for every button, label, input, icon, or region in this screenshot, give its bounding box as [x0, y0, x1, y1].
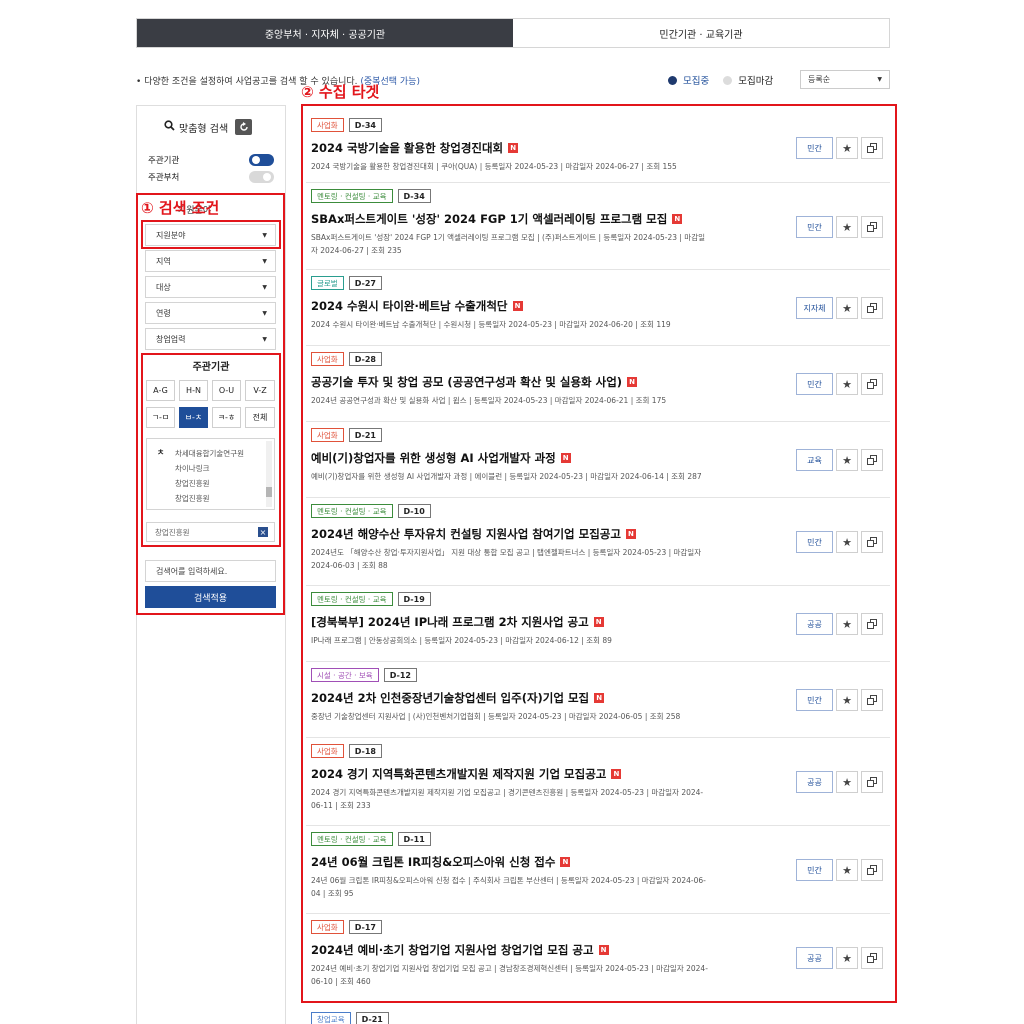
range-button[interactable]: A-G	[146, 380, 175, 401]
closed-label[interactable]: 모집마감	[738, 73, 773, 87]
range-button[interactable]: V-Z	[245, 380, 275, 401]
chevron-down-icon: ▼	[262, 283, 267, 291]
open-label[interactable]: 모집중	[683, 73, 709, 87]
chevron-down-icon: ▼	[877, 76, 882, 83]
filter-label: 대상	[156, 282, 171, 292]
sort-select[interactable]: 등록순 ▼	[800, 70, 890, 89]
filter-region[interactable]: 지역 ▼	[145, 250, 276, 272]
toggle-knob	[252, 156, 260, 164]
annotation-label-target: ② 수집 타겟	[301, 83, 380, 101]
tab-public[interactable]: 중앙부처 · 지자체 · 공공기관	[137, 19, 513, 47]
list-item[interactable]: 차세대융합기술연구원	[175, 448, 244, 459]
search-input[interactable]: 검색어를 입력하세요.	[145, 560, 276, 582]
chosen-label: 창업진흥원	[155, 527, 190, 537]
range-button[interactable]: ㅋ-ㅎ	[212, 407, 241, 428]
open-radio-icon[interactable]	[668, 75, 677, 85]
annotation-label-search: ① 검색 조건	[141, 199, 220, 217]
range-button[interactable]: ㄱ-ㅁ	[146, 407, 175, 428]
list-item[interactable]: 창업진흥원	[175, 493, 210, 504]
reset-icon[interactable]	[235, 119, 253, 135]
filter-business-age[interactable]: 창업업력 ▼	[145, 328, 276, 350]
filter-age[interactable]: 연령 ▼	[145, 302, 276, 324]
sidebar-title: 맞춤형 검색	[179, 123, 229, 135]
category-tag: 창업교육	[311, 1012, 351, 1024]
toggle-row-agency: 주관기관	[148, 154, 274, 166]
filter-label: 지원분야	[156, 230, 186, 240]
range-button[interactable]: O-U	[212, 380, 241, 401]
filter-label: 창업업력	[156, 334, 186, 344]
list-item[interactable]: 차이나링크	[175, 463, 210, 474]
agency-list: ㅊ 차세대융합기술연구원 차이나링크 창업진흥원 창업진흥원	[146, 438, 275, 510]
toggle-knob	[263, 173, 271, 181]
range-button-selected[interactable]: ㅂ-ㅊ	[179, 407, 208, 428]
category-tabs: 중앙부처 · 지자체 · 공공기관 민간기관 · 교육기관	[136, 18, 890, 48]
chevron-down-icon: ▼	[262, 335, 267, 343]
agency-title: 주관기관	[192, 362, 230, 373]
tab-private[interactable]: 민간기관 · 교육기관	[513, 19, 889, 47]
filter-target[interactable]: 대상 ▼	[145, 276, 276, 298]
agency-toggle[interactable]	[249, 154, 274, 166]
range-button[interactable]: H-N	[179, 380, 208, 401]
scroll-thumb[interactable]	[266, 487, 272, 497]
chevron-down-icon: ▼	[262, 309, 267, 317]
partial-card-tags: 창업교육 D-21	[311, 1012, 389, 1024]
filter-label: 지역	[156, 256, 171, 266]
index-char: ㅊ	[157, 448, 165, 457]
dday-badge: D-21	[355, 1012, 389, 1024]
range-button-all[interactable]: 전체	[245, 407, 275, 428]
list-item[interactable]: 창업진흥원	[175, 478, 210, 489]
scrollbar[interactable]	[266, 441, 272, 507]
toggle-label: 주관부처	[148, 173, 180, 183]
filter-support-field[interactable]: 지원분야 ▼	[145, 224, 276, 246]
annotation-box-target	[301, 104, 897, 1003]
chosen-agency: 창업진흥원 ×	[146, 522, 275, 542]
status-filter: 모집중 모집마감	[668, 72, 773, 88]
sort-value: 등록순	[808, 75, 831, 84]
close-icon[interactable]: ×	[258, 527, 268, 537]
search-icon	[164, 120, 175, 134]
ministry-toggle[interactable]	[249, 171, 274, 183]
sidebar-title-row: 맞춤형 검색	[164, 119, 253, 135]
apply-button[interactable]: 검색적용	[145, 586, 276, 608]
closed-radio-icon[interactable]	[723, 75, 733, 85]
bullet: •	[136, 77, 142, 87]
filter-label: 연령	[156, 308, 171, 318]
chevron-down-icon: ▼	[262, 231, 267, 239]
toggle-label: 주관기관	[148, 156, 180, 166]
toggle-row-ministry: 주관부처	[148, 171, 274, 183]
chevron-down-icon: ▼	[262, 257, 267, 265]
